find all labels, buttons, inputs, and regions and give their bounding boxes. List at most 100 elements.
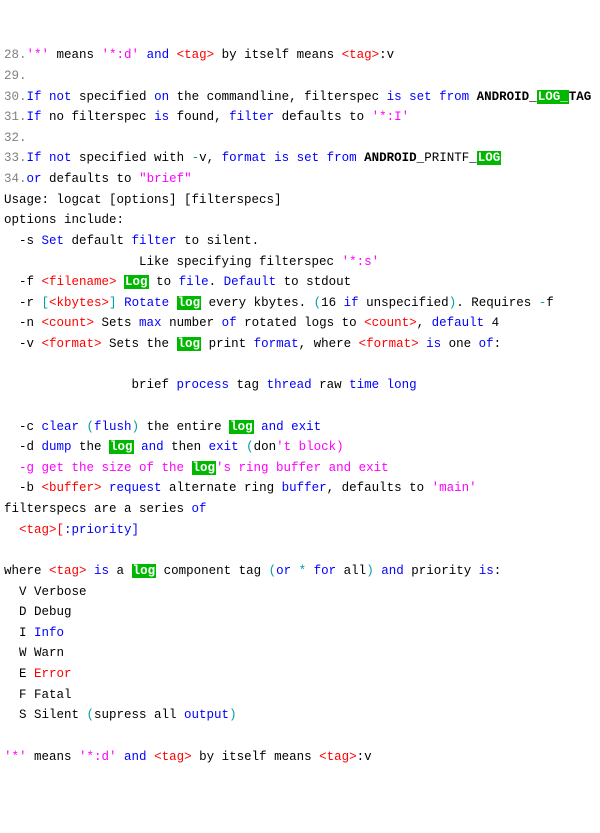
code-text: if bbox=[344, 296, 359, 310]
code-text: number bbox=[162, 316, 222, 330]
code-text: every kbytes. bbox=[201, 296, 314, 310]
code-text: the entire bbox=[139, 420, 229, 434]
highlight-log: LOG_ bbox=[537, 90, 569, 104]
code-text: set bbox=[402, 90, 432, 104]
code-text: ) bbox=[229, 708, 237, 722]
code-text: D Debug bbox=[4, 605, 72, 619]
code-text bbox=[117, 275, 125, 289]
code-text: Set bbox=[42, 234, 65, 248]
code-text: <kbytes> bbox=[49, 296, 109, 310]
code-text: 't block) bbox=[276, 440, 344, 454]
code-text: of bbox=[192, 502, 207, 516]
code-text: Rotate bbox=[117, 296, 177, 310]
code-text: <count> bbox=[42, 316, 95, 330]
code-text: TAG bbox=[569, 90, 592, 104]
code-text: : bbox=[494, 564, 502, 578]
code-text: -s bbox=[4, 234, 42, 248]
code-text: filter bbox=[132, 234, 177, 248]
code-text: output bbox=[184, 708, 229, 722]
code-text: or bbox=[276, 564, 291, 578]
code-text: [ bbox=[42, 296, 50, 310]
code-text: request bbox=[102, 481, 162, 495]
code-text: is bbox=[267, 151, 290, 165]
highlight-log: log bbox=[177, 296, 202, 310]
code-text: thread bbox=[267, 378, 312, 392]
code-text: from bbox=[432, 90, 477, 104]
highlight-log: log bbox=[192, 461, 217, 475]
code-text: by itself means bbox=[192, 750, 320, 764]
code-text: default bbox=[64, 234, 132, 248]
highlight-log: log bbox=[177, 337, 202, 351]
code-text: Info bbox=[34, 626, 64, 640]
code-block: 28.'*' means '*:d' and <tag> by itself m… bbox=[4, 45, 596, 767]
code-text: raw bbox=[312, 378, 350, 392]
code-text: -c bbox=[4, 420, 42, 434]
code-text: default bbox=[432, 316, 485, 330]
code-text: specified with bbox=[72, 151, 192, 165]
code-text: :v bbox=[379, 48, 394, 62]
code-text: defaults to bbox=[274, 110, 372, 124]
code-text: and bbox=[117, 750, 155, 764]
line-number: 29. bbox=[4, 69, 27, 83]
code-text: - bbox=[192, 151, 200, 165]
code-text: -n bbox=[4, 316, 42, 330]
code-text: ) bbox=[366, 564, 374, 578]
line-number: 33. bbox=[4, 151, 27, 165]
code-text: format bbox=[222, 151, 267, 165]
line-number: 30. bbox=[4, 90, 27, 104]
code-text: print bbox=[201, 337, 254, 351]
code-text: 's ring buffer and exit bbox=[216, 461, 389, 475]
code-text: '*:s' bbox=[342, 255, 380, 269]
code-text: defaults to bbox=[42, 172, 140, 186]
code-text: , where bbox=[299, 337, 359, 351]
code-text: to bbox=[149, 275, 179, 289]
code-text: ( bbox=[79, 420, 94, 434]
code-text: the bbox=[72, 440, 110, 454]
code-text: and bbox=[134, 440, 164, 454]
code-text: ] bbox=[109, 296, 117, 310]
code-text: 'main' bbox=[432, 481, 477, 495]
code-text: alternate ring bbox=[162, 481, 282, 495]
code-text: "brief" bbox=[139, 172, 192, 186]
code-text: Usage: logcat [options] [filterspecs] bbox=[4, 193, 282, 207]
highlight-log: log bbox=[109, 440, 134, 454]
code-text: , bbox=[417, 316, 432, 330]
code-text: ( bbox=[239, 440, 254, 454]
code-text: <tag> bbox=[177, 48, 215, 62]
code-text: <tag> bbox=[319, 750, 357, 764]
highlight-log: log bbox=[229, 420, 254, 434]
code-text: '*:d' bbox=[102, 48, 140, 62]
code-text: W Warn bbox=[4, 646, 64, 660]
code-text: exit bbox=[284, 420, 322, 434]
code-text: means bbox=[49, 48, 102, 62]
code-text: , defaults to bbox=[327, 481, 432, 495]
code-text: filter bbox=[229, 110, 274, 124]
code-text: for bbox=[306, 564, 336, 578]
code-text: supress all bbox=[94, 708, 184, 722]
code-text: the commandline, filterspec bbox=[169, 90, 387, 104]
code-text: is bbox=[387, 90, 402, 104]
code-text: is bbox=[479, 564, 494, 578]
code-text: of bbox=[222, 316, 237, 330]
code-text: max bbox=[139, 316, 162, 330]
code-text: <tag>[ bbox=[4, 523, 64, 537]
code-text: from bbox=[319, 151, 364, 165]
code-text: dump bbox=[42, 440, 72, 454]
code-text: I bbox=[4, 626, 34, 640]
code-text: '*:I' bbox=[372, 110, 410, 124]
code-text: exit bbox=[209, 440, 239, 454]
code-text: buffer bbox=[282, 481, 327, 495]
code-text: component tag bbox=[156, 564, 269, 578]
code-text: -g get the size of the bbox=[4, 461, 192, 475]
line-number: 28. bbox=[4, 48, 27, 62]
code-text: Sets bbox=[94, 316, 139, 330]
code-text: no filterspec bbox=[42, 110, 155, 124]
code-text: not bbox=[42, 90, 72, 104]
code-text: Sets the bbox=[102, 337, 177, 351]
code-text: all bbox=[336, 564, 366, 578]
code-text: format bbox=[254, 337, 299, 351]
code-text: -r bbox=[4, 296, 42, 310]
code-text: one bbox=[441, 337, 479, 351]
code-text: ( bbox=[269, 564, 277, 578]
code-text: ANDROID_ bbox=[477, 90, 537, 104]
